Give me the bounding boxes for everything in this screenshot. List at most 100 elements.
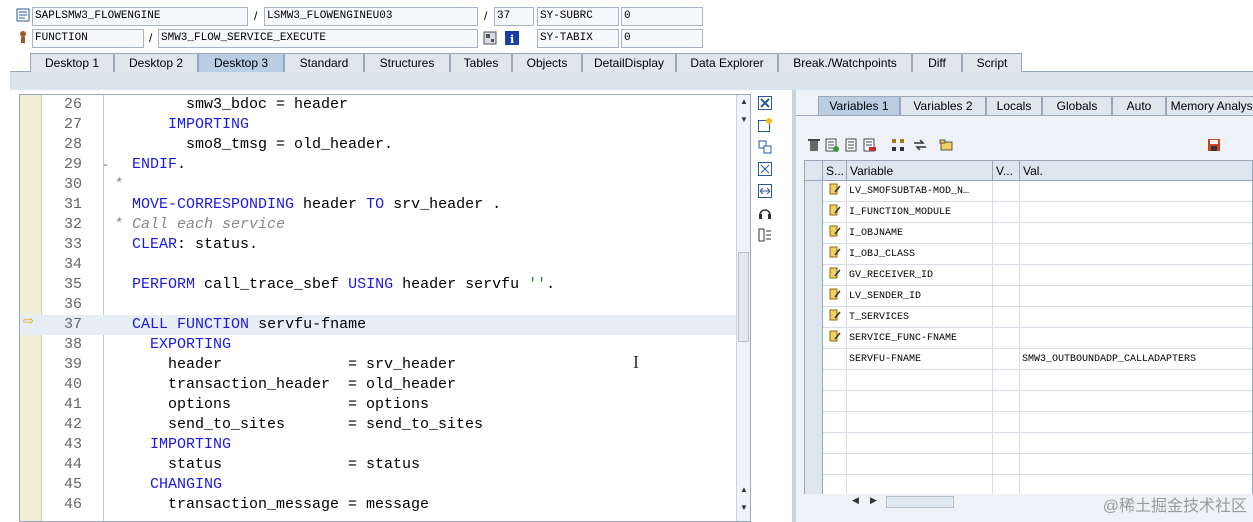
status-cell[interactable] xyxy=(823,223,847,244)
code-line[interactable]: 42 send_to_sites = send_to_sites xyxy=(20,415,736,435)
tab-desktop-1[interactable]: Desktop 1 xyxy=(30,53,114,72)
settings-tool-icon[interactable] xyxy=(757,228,773,244)
variable-name-cell[interactable]: I_OBJNAME xyxy=(847,223,993,244)
row-selector[interactable] xyxy=(805,412,823,433)
variables-grid[interactable]: S... Variable V... Val. LV_SMOFSUBTAB-MO… xyxy=(804,160,1253,500)
row-selector[interactable] xyxy=(805,265,823,286)
column-header-v[interactable]: V... xyxy=(993,161,1020,181)
view-cell[interactable] xyxy=(993,286,1020,307)
variable-name-cell[interactable] xyxy=(847,475,993,496)
view-cell[interactable] xyxy=(993,265,1020,286)
code-line[interactable]: 41 options = options xyxy=(20,395,736,415)
view-cell[interactable] xyxy=(993,202,1020,223)
include-field[interactable]: LSMW3_FLOWENGINEU03 xyxy=(264,7,478,26)
variable-name-cell[interactable] xyxy=(847,412,993,433)
row-selector[interactable] xyxy=(805,286,823,307)
scroll-up-arrow-icon[interactable]: ▲ xyxy=(738,485,750,495)
program-field[interactable]: SAPLSMW3_FLOWENGINE xyxy=(32,7,248,26)
code-line[interactable]: 35 PERFORM call_trace_sbef USING header … xyxy=(20,275,736,295)
row-selector[interactable] xyxy=(805,244,823,265)
variable-name-cell[interactable]: GV_RECEIVER_ID xyxy=(847,265,993,286)
open-folder-icon[interactable] xyxy=(938,138,954,154)
status-cell[interactable] xyxy=(823,181,847,202)
status-cell[interactable] xyxy=(823,391,847,412)
tab-desktop-2[interactable]: Desktop 2 xyxy=(114,53,198,72)
variable-row[interactable]: I_OBJ_CLASS xyxy=(805,244,1252,265)
display-icon[interactable] xyxy=(483,31,497,45)
code-line[interactable]: 40 transaction_header = old_header xyxy=(20,375,736,395)
close-pane-icon[interactable] xyxy=(757,96,773,112)
row-selector[interactable] xyxy=(805,202,823,223)
variable-value-cell[interactable] xyxy=(1020,265,1252,286)
tab-variables-1[interactable]: Variables 1 xyxy=(818,96,900,115)
view-cell[interactable] xyxy=(993,433,1020,454)
row-selector[interactable] xyxy=(805,349,823,370)
view-cell[interactable] xyxy=(993,412,1020,433)
view-cell[interactable] xyxy=(993,349,1020,370)
event-type-field[interactable]: FUNCTION xyxy=(32,29,144,48)
variable-name-cell[interactable]: T_SERVICES xyxy=(847,307,993,328)
variable-value-cell[interactable] xyxy=(1020,202,1252,223)
variable-value-cell[interactable] xyxy=(1020,181,1252,202)
row-selector[interactable] xyxy=(805,391,823,412)
variable-row[interactable]: GV_RECEIVER_ID xyxy=(805,265,1252,286)
append-row-icon[interactable] xyxy=(824,138,840,154)
tab-globals[interactable]: Globals xyxy=(1042,96,1112,115)
code-line[interactable]: 30 * xyxy=(20,175,736,195)
variable-value-cell[interactable] xyxy=(1020,412,1252,433)
status-cell[interactable] xyxy=(823,433,847,454)
code-line[interactable]: 32 * Call each service xyxy=(20,215,736,235)
variable-row[interactable]: SERVICE_FUNC-FNAME xyxy=(805,328,1252,349)
new-tool-icon[interactable] xyxy=(757,118,773,134)
variable-row[interactable]: I_FUNCTION_MODULE xyxy=(805,202,1252,223)
code-line[interactable]: 28 smo8_tmsg = old_header. xyxy=(20,135,736,155)
status-cell[interactable] xyxy=(823,412,847,433)
expand-width-icon[interactable] xyxy=(757,184,773,200)
info-icon[interactable]: i xyxy=(505,31,519,46)
status-cell[interactable] xyxy=(823,454,847,475)
status-cell[interactable] xyxy=(823,349,847,370)
variable-name-cell[interactable] xyxy=(847,433,993,454)
code-line[interactable]: 39 header = srv_header xyxy=(20,355,736,375)
variable-name-cell[interactable]: SERVICE_FUNC-FNAME xyxy=(847,328,993,349)
tab-desktop-3[interactable]: Desktop 3 xyxy=(198,53,284,72)
horizontal-scroll-thumb[interactable] xyxy=(886,496,954,508)
status-cell[interactable] xyxy=(823,244,847,265)
variable-value-cell[interactable] xyxy=(1020,391,1252,412)
column-header-val[interactable]: Val. xyxy=(1020,161,1252,181)
scroll-down-arrow-icon[interactable]: ▼ xyxy=(738,503,750,513)
variable-name-cell[interactable]: I_FUNCTION_MODULE xyxy=(847,202,993,223)
variable-name-cell[interactable]: LV_SMOFSUBTAB-MOD_N… xyxy=(847,181,993,202)
variable-row[interactable] xyxy=(805,391,1252,412)
view-cell[interactable] xyxy=(993,181,1020,202)
variable-name-cell[interactable] xyxy=(847,391,993,412)
variable-row[interactable]: LV_SMOFSUBTAB-MOD_N… xyxy=(805,181,1252,202)
code-line[interactable]: 29 - ENDIF. xyxy=(20,155,736,175)
scroll-thumb[interactable] xyxy=(738,252,749,342)
view-cell[interactable] xyxy=(993,370,1020,391)
line-field[interactable]: 37 xyxy=(494,7,534,26)
variable-row[interactable]: SERVFU-FNAME SMW3_OUTBOUNDADP_CALLADAPTER… xyxy=(805,349,1252,370)
row-selector[interactable] xyxy=(805,370,823,391)
tab-tables[interactable]: Tables xyxy=(450,53,512,72)
status-cell[interactable] xyxy=(823,475,847,496)
code-line[interactable]: 36 xyxy=(20,295,736,315)
column-header-s[interactable]: S... xyxy=(823,161,847,181)
variable-row[interactable]: I_OBJNAME xyxy=(805,223,1252,244)
scroll-down-arrow-icon[interactable]: ▼ xyxy=(738,115,750,125)
row-selector[interactable] xyxy=(805,475,823,496)
status-cell[interactable] xyxy=(823,328,847,349)
column-header-variable[interactable]: Variable xyxy=(847,161,993,181)
code-line[interactable]: 37 ⇨ CALL FUNCTION servfu-fname xyxy=(20,315,736,335)
variable-value-cell[interactable] xyxy=(1020,223,1252,244)
variable-name-cell[interactable] xyxy=(847,370,993,391)
variable-value-cell[interactable]: SMW3_OUTBOUNDADP_CALLADAPTERS xyxy=(1020,349,1252,370)
status-cell[interactable] xyxy=(823,307,847,328)
tab-detail-display[interactable]: DetailDisplay xyxy=(582,53,676,72)
status-cell[interactable] xyxy=(823,370,847,391)
variable-name-cell[interactable]: SERVFU-FNAME xyxy=(847,349,993,370)
tab-data-explorer[interactable]: Data Explorer xyxy=(676,53,778,72)
variable-value-cell[interactable] xyxy=(1020,286,1252,307)
variable-value-cell[interactable] xyxy=(1020,328,1252,349)
variable-row[interactable] xyxy=(805,370,1252,391)
